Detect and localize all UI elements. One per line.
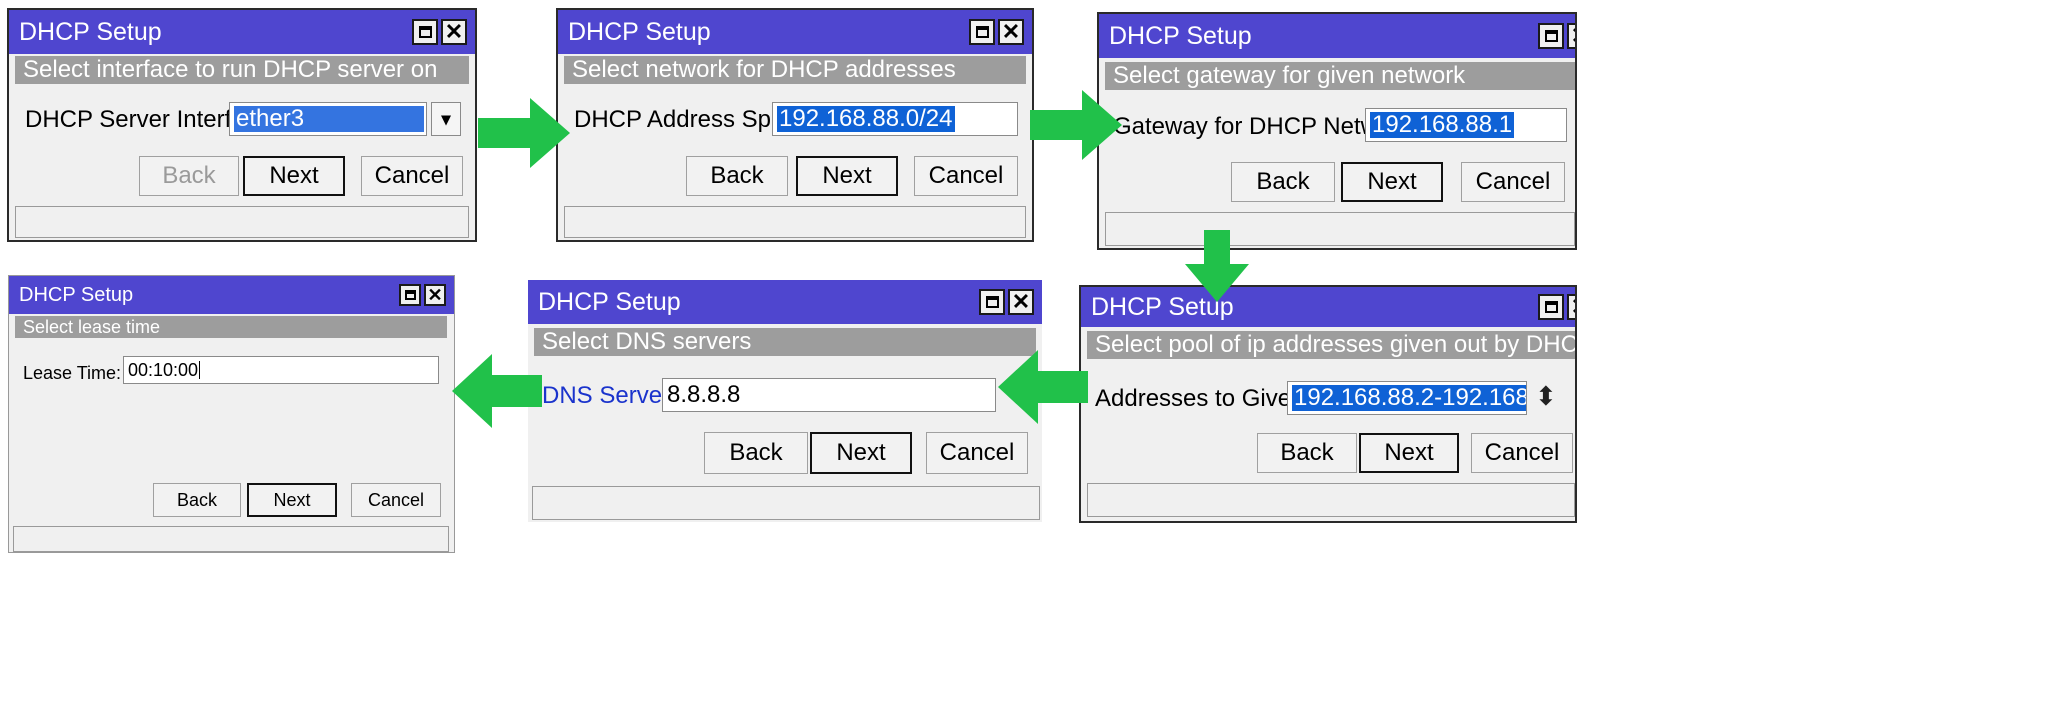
dhcp-setup-dialog-step4: DHCP Setup ✕ Select pool of ip addresses… bbox=[1079, 285, 1577, 523]
right-arrow-icon bbox=[1030, 90, 1122, 160]
cancel-button[interactable]: Cancel bbox=[351, 483, 441, 517]
step-header: Select gateway for given network bbox=[1105, 62, 1575, 90]
maximize-icon[interactable] bbox=[399, 284, 421, 306]
title-bar[interactable]: DHCP Setup ✕ bbox=[1099, 14, 1575, 58]
dhcp-setup-dialog-step2: DHCP Setup ✕ Select network for DHCP add… bbox=[556, 8, 1034, 242]
field-label: Lease Time: bbox=[23, 363, 122, 383]
close-icon[interactable]: ✕ bbox=[1567, 23, 1575, 49]
dhcp-setup-dialog-step5: DHCP Setup ✕ Select DNS servers DNS Serv… bbox=[528, 280, 1042, 522]
window-title: DHCP Setup bbox=[1109, 21, 1252, 50]
title-bar[interactable]: DHCP Setup ✕ bbox=[558, 10, 1032, 54]
right-arrow-icon bbox=[478, 98, 570, 168]
gateway-input[interactable]: 192.168.88.1 bbox=[1365, 108, 1567, 142]
window-title: DHCP Setup bbox=[538, 287, 681, 316]
dhcp-server-interface-select[interactable]: ether3 bbox=[229, 102, 427, 136]
step-header: Select interface to run DHCP server on bbox=[15, 56, 469, 84]
addresses-to-give-out-input[interactable]: 192.168.88.2-192.168.88.254 bbox=[1287, 381, 1527, 415]
status-bar bbox=[1087, 483, 1575, 517]
selected-text: 192.168.88.1 bbox=[1370, 111, 1515, 138]
step-header: Select DNS servers bbox=[534, 328, 1036, 356]
dropdown-arrow-icon[interactable]: ▾ bbox=[431, 102, 461, 136]
maximize-icon[interactable] bbox=[412, 19, 438, 45]
step-header: Select network for DHCP addresses bbox=[564, 56, 1026, 84]
close-icon[interactable]: ✕ bbox=[1567, 294, 1575, 320]
cancel-button[interactable]: Cancel bbox=[1471, 433, 1573, 473]
back-button[interactable]: Back bbox=[139, 156, 239, 196]
close-icon[interactable]: ✕ bbox=[998, 19, 1024, 45]
dns-servers-input[interactable]: 8.8.8.8 bbox=[662, 378, 996, 412]
close-icon[interactable]: ✕ bbox=[441, 19, 467, 45]
maximize-icon[interactable] bbox=[1538, 294, 1564, 320]
next-button[interactable]: Next bbox=[1359, 433, 1459, 473]
next-button[interactable]: Next bbox=[247, 483, 337, 517]
window-title: DHCP Setup bbox=[19, 17, 162, 46]
dhcp-address-space-input[interactable]: 192.168.88.0/24 bbox=[772, 102, 1018, 136]
title-bar[interactable]: DHCP Setup ✕ bbox=[9, 276, 454, 314]
next-button[interactable]: Next bbox=[243, 156, 345, 196]
maximize-icon[interactable] bbox=[979, 289, 1005, 315]
status-bar bbox=[1105, 212, 1575, 246]
selected-text: 192.168.88.0/24 bbox=[777, 105, 955, 132]
down-arrow-icon bbox=[1185, 230, 1249, 302]
next-button[interactable]: Next bbox=[810, 432, 912, 474]
window-title: DHCP Setup bbox=[568, 17, 711, 46]
dhcp-setup-dialog-step1: DHCP Setup ✕ Select interface to run DHC… bbox=[7, 8, 477, 242]
cancel-button[interactable]: Cancel bbox=[926, 432, 1028, 474]
maximize-icon[interactable] bbox=[969, 19, 995, 45]
cancel-button[interactable]: Cancel bbox=[914, 156, 1018, 196]
dhcp-setup-dialog-step6: DHCP Setup ✕ Select lease time Lease Tim… bbox=[8, 275, 455, 553]
selected-text: 192.168.88.2-192.168.88.254 bbox=[1292, 385, 1526, 411]
title-bar[interactable]: DHCP Setup ✕ bbox=[9, 10, 475, 54]
back-button[interactable]: Back bbox=[1257, 433, 1357, 473]
lease-time-input[interactable]: 00:10:00 bbox=[123, 356, 439, 384]
text-cursor bbox=[199, 361, 201, 379]
left-arrow-icon bbox=[998, 350, 1088, 424]
step-header: Select lease time bbox=[15, 316, 447, 338]
title-bar[interactable]: DHCP Setup ✕ bbox=[1081, 287, 1575, 327]
cancel-button[interactable]: Cancel bbox=[1461, 162, 1565, 202]
field-value: 8.8.8.8 bbox=[667, 381, 741, 408]
close-icon[interactable]: ✕ bbox=[1008, 289, 1034, 315]
back-button[interactable]: Back bbox=[704, 432, 808, 474]
status-bar bbox=[564, 206, 1026, 238]
title-bar[interactable]: DHCP Setup ✕ bbox=[528, 280, 1042, 324]
next-button[interactable]: Next bbox=[796, 156, 898, 196]
selected-value: ether3 bbox=[234, 106, 424, 132]
status-bar bbox=[15, 206, 469, 238]
left-arrow-icon bbox=[452, 354, 542, 428]
maximize-icon[interactable] bbox=[1538, 23, 1564, 49]
status-bar bbox=[13, 526, 449, 552]
step-header: Select pool of ip addresses given out by… bbox=[1087, 331, 1575, 359]
cancel-button[interactable]: Cancel bbox=[361, 156, 463, 196]
next-button[interactable]: Next bbox=[1341, 162, 1443, 202]
back-button[interactable]: Back bbox=[1231, 162, 1335, 202]
spin-arrows-icon[interactable]: ⬍ bbox=[1535, 383, 1557, 409]
window-title: DHCP Setup bbox=[19, 284, 134, 306]
back-button[interactable]: Back bbox=[686, 156, 788, 196]
status-bar bbox=[532, 486, 1040, 520]
dhcp-setup-dialog-step3: DHCP Setup ✕ Select gateway for given ne… bbox=[1097, 12, 1577, 250]
back-button[interactable]: Back bbox=[153, 483, 241, 517]
field-value: 00:10:00 bbox=[128, 360, 199, 380]
close-icon[interactable]: ✕ bbox=[424, 284, 446, 306]
